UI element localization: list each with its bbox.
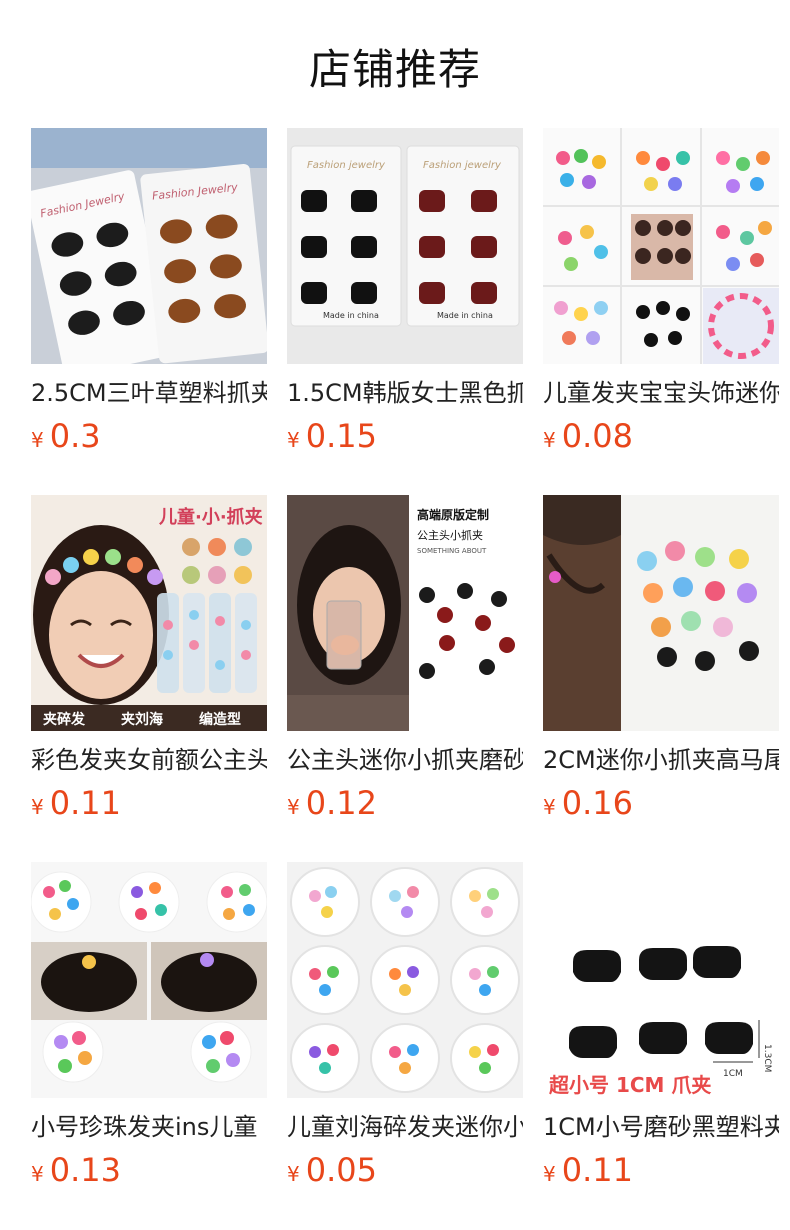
product-grid: Fashion Jewelry Fashion Jewelry 2.5CM三叶草… xyxy=(31,128,779,1229)
svg-text:编造型: 编造型 xyxy=(199,711,241,728)
svg-text:Fashion jewelry: Fashion jewelry xyxy=(423,160,502,171)
product-image[interactable] xyxy=(543,495,779,731)
product-image[interactable] xyxy=(287,862,523,1098)
svg-text:夹碎发: 夹碎发 xyxy=(43,711,86,728)
product-image[interactable]: Fashion Jewelry Fashion Jewelry xyxy=(31,128,267,364)
svg-text:Fashion jewelry: Fashion jewelry xyxy=(307,160,386,171)
product-image[interactable] xyxy=(31,862,267,1098)
product-card[interactable]: Fashion Jewelry Fashion Jewelry 2.5CM三叶草… xyxy=(31,128,267,495)
svg-text:超小号 1CM 爪夹: 超小号 1CM 爪夹 xyxy=(548,1073,711,1097)
product-price: ¥0.15 xyxy=(287,417,377,455)
product-card[interactable]: 儿童刘海碎发夹迷你小 ¥0.05 xyxy=(287,862,523,1229)
product-image[interactable]: 儿童·小·抓夹 夹碎发 夹刘海 编造型 xyxy=(31,495,267,731)
product-name[interactable]: 儿童刘海碎发夹迷你小 xyxy=(287,1110,523,1144)
page-title: 店铺推荐 xyxy=(308,45,481,94)
product-price: ¥0.3 xyxy=(31,417,101,455)
svg-text:儿童·小·抓夹: 儿童·小·抓夹 xyxy=(158,506,263,528)
svg-text:公主头小抓夹: 公主头小抓夹 xyxy=(417,528,483,542)
product-price: ¥0.16 xyxy=(543,784,633,822)
product-card[interactable]: 2CM迷你小抓夹高马尾 ¥0.16 xyxy=(543,495,779,862)
product-name[interactable]: 公主头迷你小抓夹磨砂 xyxy=(287,743,523,777)
product-name[interactable]: 1CM小号磨砂黑塑料夹 xyxy=(543,1110,779,1144)
product-card[interactable]: 儿童·小·抓夹 夹碎发 夹刘海 编造型 彩色发夹女前额公主头 ¥0.11 xyxy=(31,495,267,862)
svg-text:1.3CM: 1.3CM xyxy=(762,1044,772,1072)
product-price: ¥0.11 xyxy=(31,784,121,822)
svg-text:高端原版定制: 高端原版定制 xyxy=(417,507,489,522)
product-card[interactable]: 高端原版定制 公主头小抓夹 SOMETHING ABOUT 公主头迷你小抓夹磨砂… xyxy=(287,495,523,862)
product-price: ¥0.12 xyxy=(287,784,377,822)
product-price: ¥0.11 xyxy=(543,1151,633,1189)
product-price: ¥0.13 xyxy=(31,1151,121,1189)
product-name[interactable]: 彩色发夹女前额公主头 xyxy=(31,743,267,777)
svg-text:1CM: 1CM xyxy=(723,1069,743,1079)
product-price: ¥0.08 xyxy=(543,417,633,455)
svg-text:Made in china: Made in china xyxy=(323,311,379,320)
product-image[interactable] xyxy=(543,128,779,364)
product-name[interactable]: 1.5CM韩版女士黑色抓夹 xyxy=(287,376,523,410)
product-name[interactable]: 儿童发夹宝宝头饰迷你 xyxy=(543,376,779,410)
product-card[interactable]: Fashion jewelry Fashion jewelry Made in … xyxy=(287,128,523,495)
svg-text:Made in china: Made in china xyxy=(437,311,493,320)
product-card[interactable]: 小号珍珠发夹ins儿童 ¥0.13 xyxy=(31,862,267,1229)
product-card[interactable]: 儿童发夹宝宝头饰迷你 ¥0.08 xyxy=(543,128,779,495)
product-image[interactable]: Fashion jewelry Fashion jewelry Made in … xyxy=(287,128,523,364)
svg-text:夹刘海: 夹刘海 xyxy=(121,711,163,728)
product-price: ¥0.05 xyxy=(287,1151,377,1189)
product-card[interactable]: 1.3CM 1CM 超小号 1CM 爪夹 1CM小号磨砂黑塑料夹 ¥0.11 xyxy=(543,862,779,1229)
product-image[interactable]: 1.3CM 1CM 超小号 1CM 爪夹 xyxy=(543,862,779,1098)
svg-text:SOMETHING ABOUT: SOMETHING ABOUT xyxy=(417,547,487,555)
product-name[interactable]: 2.5CM三叶草塑料抓夹 xyxy=(31,376,267,410)
product-name[interactable]: 小号珍珠发夹ins儿童 xyxy=(31,1110,267,1144)
product-name[interactable]: 2CM迷你小抓夹高马尾 xyxy=(543,743,779,777)
product-image[interactable]: 高端原版定制 公主头小抓夹 SOMETHING ABOUT xyxy=(287,495,523,731)
